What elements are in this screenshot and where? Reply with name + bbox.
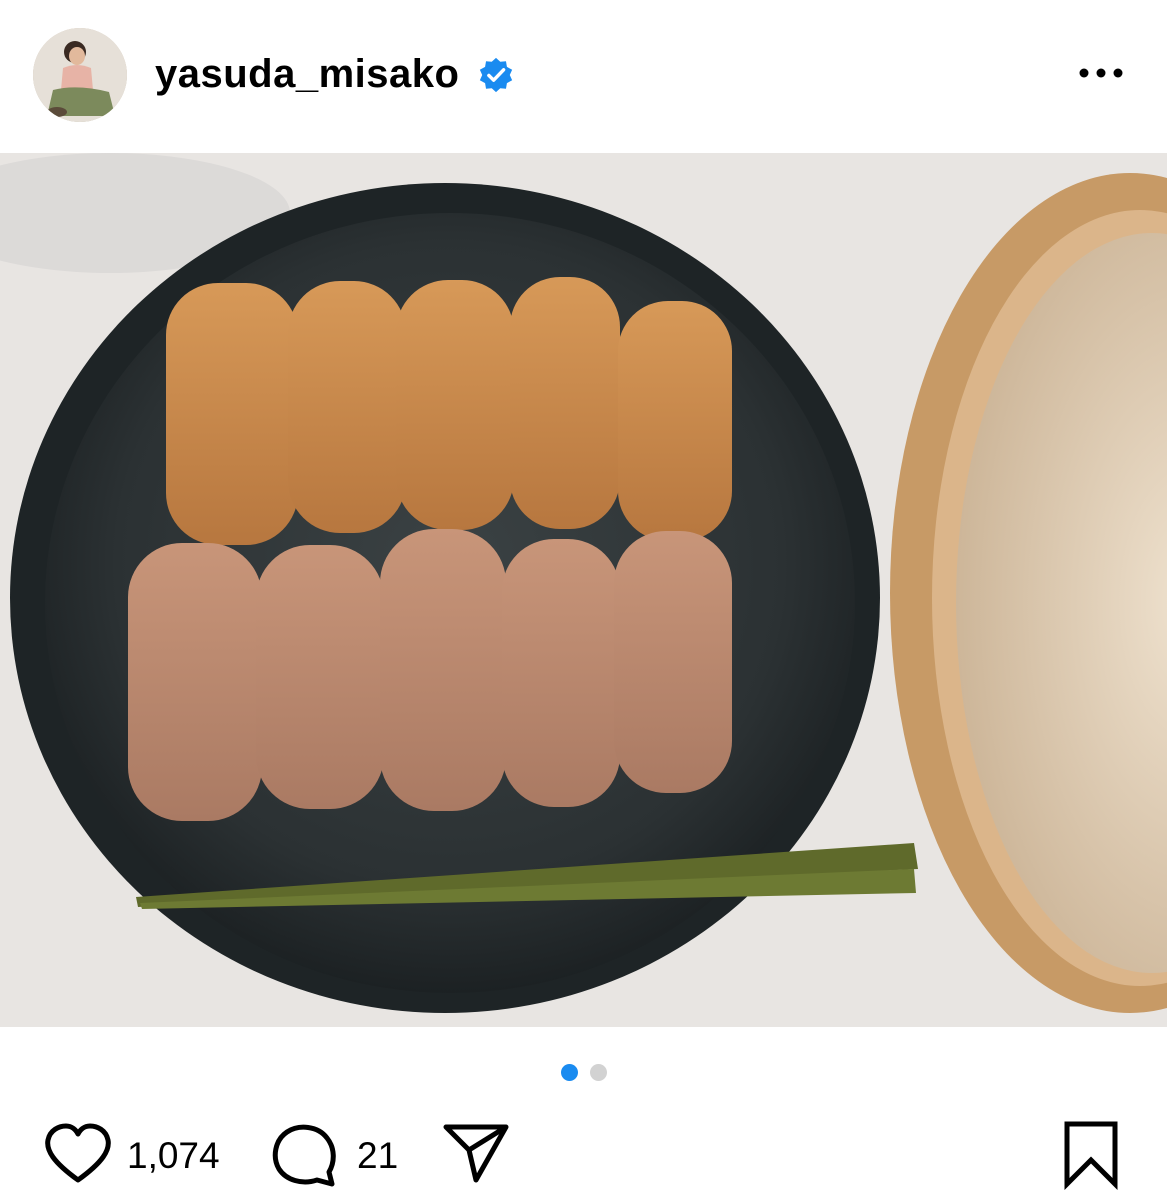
comments-count[interactable]: 21 <box>357 1135 398 1177</box>
verified-badge-icon <box>479 57 513 93</box>
post-header: yasuda_misako <box>0 0 1167 150</box>
carousel-indicator <box>0 1062 1167 1082</box>
carousel-dot-active[interactable] <box>560 1063 578 1081</box>
inari-sushi-photo <box>0 153 1167 1027</box>
post-photo[interactable] <box>0 153 1167 1027</box>
bookmark-icon[interactable] <box>1062 1120 1120 1190</box>
username[interactable]: yasuda_misako <box>155 52 459 97</box>
comment-icon[interactable] <box>272 1122 338 1188</box>
inari-bottom-row <box>128 529 732 821</box>
profile-avatar[interactable] <box>33 28 127 122</box>
share-icon[interactable] <box>442 1122 510 1184</box>
likes-count[interactable]: 1,074 <box>127 1135 220 1177</box>
more-options-icon[interactable] <box>1075 58 1127 88</box>
carousel-dot[interactable] <box>589 1063 607 1081</box>
heart-icon[interactable] <box>43 1122 113 1186</box>
avatar-photo <box>33 28 127 122</box>
inari-top-row <box>166 277 732 545</box>
